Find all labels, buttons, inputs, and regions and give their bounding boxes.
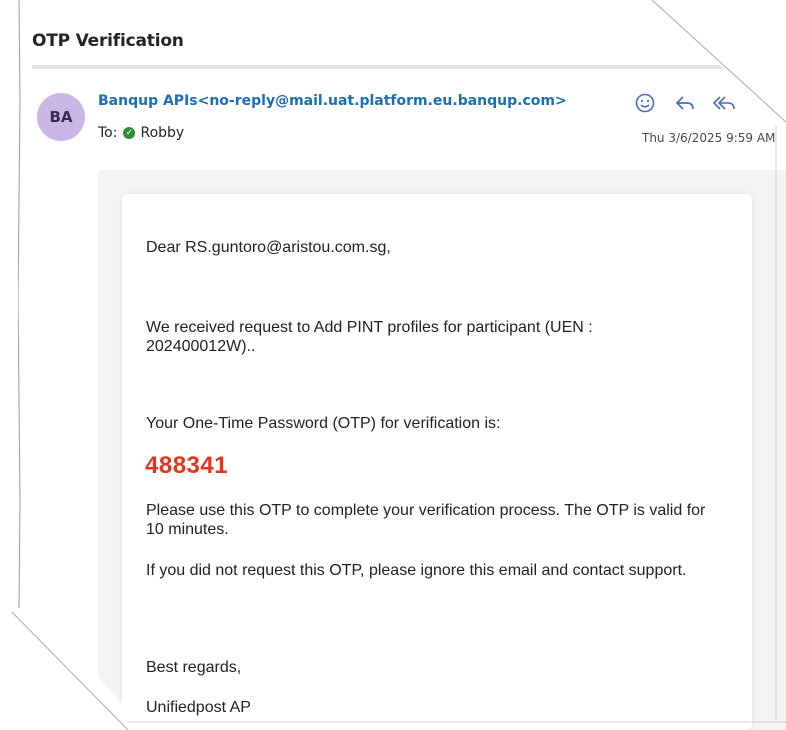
smiley-icon[interactable] — [632, 91, 658, 115]
request-text: We received request to Add PINT profiles… — [146, 319, 593, 355]
closing-text: Best regards, — [146, 659, 242, 676]
recipient-row: To: ✓ Robby — [98, 125, 184, 141]
avatar[interactable]: BA — [37, 93, 85, 141]
sender-name: Banqup APIs — [98, 93, 198, 109]
recipient-name[interactable]: Robby — [140, 125, 184, 141]
presence-available-icon: ✓ — [123, 127, 136, 139]
validity-text: Please use this OTP to complete your ver… — [146, 502, 706, 538]
greeting-text: Dear RS.guntoro@aristou.com.sg, — [146, 239, 391, 256]
ignore-note-text: If you did not request this OTP, please … — [146, 562, 687, 579]
to-label: To: — [98, 125, 118, 141]
email-subject: OTP Verification — [32, 31, 184, 51]
avatar-initials: BA — [49, 108, 73, 126]
email-reading-pane: OTP Verification BA Banqup APIs<no-reply… — [0, 0, 786, 730]
sender-address: <no-reply@mail.uat.platform.eu.banqup.co… — [197, 93, 567, 109]
message-actions — [632, 91, 738, 115]
subject-divider — [32, 65, 772, 69]
sent-date: Thu 3/6/2025 9:59 AM — [642, 131, 776, 145]
signature-text: Unifiedpost AP — [146, 699, 251, 716]
reply-icon[interactable] — [672, 91, 698, 115]
otp-intro-text: Your One-Time Password (OTP) for verific… — [146, 415, 501, 432]
reply-all-icon[interactable] — [712, 91, 738, 115]
otp-code: 488341 — [145, 452, 229, 479]
sender[interactable]: Banqup APIs<no-reply@mail.uat.platform.e… — [98, 93, 567, 109]
